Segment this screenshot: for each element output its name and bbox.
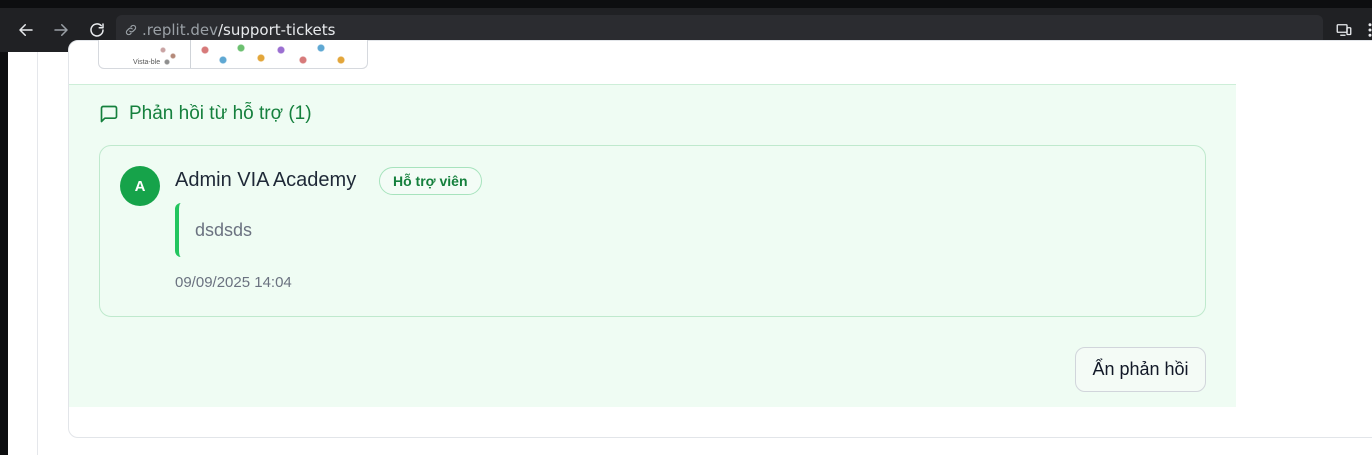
attachment-image-right xyxy=(191,40,367,68)
devices-icon[interactable] xyxy=(1333,19,1355,41)
reply-message-text: dsdsds xyxy=(195,219,253,240)
back-icon[interactable] xyxy=(15,19,37,41)
forward-icon[interactable] xyxy=(50,19,72,41)
replies-header: Phản hồi từ hỗ trợ (1) xyxy=(99,103,312,125)
window-frame-top xyxy=(0,0,1372,8)
role-badge: Hỗ trợ viên xyxy=(379,167,482,195)
window-frame-left xyxy=(0,52,8,455)
hide-replies-button[interactable]: Ẩn phản hồi xyxy=(1075,347,1206,392)
reply-message: dsdsds xyxy=(175,203,252,257)
reply-timestamp: 09/09/2025 14:04 xyxy=(175,274,292,291)
more-vert-icon[interactable] xyxy=(1359,19,1372,41)
avatar: A xyxy=(120,166,160,206)
reload-icon[interactable] xyxy=(86,19,108,41)
attachment-image-left: Vista-ble xyxy=(99,40,191,68)
reply-author: Admin VIA Academy xyxy=(175,169,357,191)
attachment-thumbnail[interactable]: Vista-ble xyxy=(98,40,368,69)
message-square-icon xyxy=(100,105,118,123)
sidebar-divider xyxy=(37,52,38,455)
link-icon xyxy=(122,21,140,39)
support-replies-section: Phản hồi từ hỗ trợ (1) A Admin VIA Acade… xyxy=(69,84,1236,407)
replies-title: Phản hồi từ hỗ trợ (1) xyxy=(129,103,312,124)
reply-card: A Admin VIA Academy Hỗ trợ viên dsdsds 0… xyxy=(99,145,1206,317)
attachment-caption: Vista-ble xyxy=(133,59,161,66)
url-path: /support-tickets xyxy=(217,21,336,39)
url-host: .replit.dev xyxy=(142,21,218,39)
